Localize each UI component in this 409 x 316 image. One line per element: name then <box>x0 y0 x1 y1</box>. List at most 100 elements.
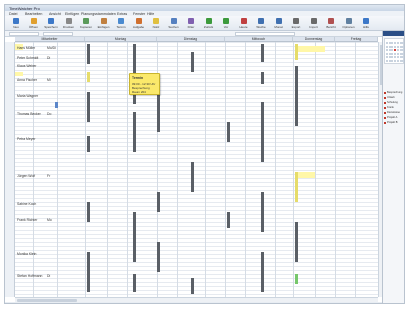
calendar-day[interactable] <box>391 60 394 62</box>
menu-item[interactable]: Fenster <box>133 12 145 16</box>
toolbar-button[interactable]: Heute <box>237 17 251 30</box>
calendar-day[interactable] <box>388 45 391 48</box>
toolbar-button[interactable]: Kopieren <box>79 17 93 30</box>
employee-name[interactable]: Stefan Hoffmann <box>17 274 45 278</box>
calendar-day[interactable] <box>394 52 397 55</box>
calendar-day[interactable] <box>394 56 397 59</box>
appointment-bar[interactable] <box>295 66 298 126</box>
appointment-bar[interactable] <box>87 72 90 82</box>
employee-name[interactable]: Hans Müller <box>17 46 45 50</box>
toolbar-button[interactable]: Termin <box>114 17 128 30</box>
toolbar-button[interactable]: Import <box>307 17 321 30</box>
appointment-bar[interactable] <box>157 242 160 272</box>
calendar-day[interactable] <box>399 45 402 48</box>
category-item[interactable]: Krank <box>384 106 404 109</box>
calendar-day[interactable] <box>402 56 404 59</box>
calendar-day[interactable] <box>399 60 402 62</box>
calendar-day[interactable] <box>388 56 391 59</box>
calendar-day[interactable] <box>386 49 388 52</box>
calendar-day[interactable] <box>399 56 402 59</box>
toolbar-button[interactable]: Neu <box>9 17 23 30</box>
calendar-day[interactable] <box>388 42 391 44</box>
employee-name[interactable]: Peter Schmidt <box>17 56 45 60</box>
menu-item[interactable]: Extras <box>117 12 127 16</box>
appointment-bar[interactable] <box>157 192 160 212</box>
menu-item[interactable]: Einfügen <box>65 12 79 16</box>
toolbar-button[interactable]: Export <box>289 17 303 30</box>
calendar-day[interactable] <box>394 60 397 62</box>
appointment-bar[interactable] <box>295 274 298 284</box>
date-range-field[interactable] <box>235 32 295 36</box>
appointment-bar[interactable] <box>191 162 194 192</box>
toolbar-button[interactable]: Suchen <box>167 17 181 30</box>
calendar-day[interactable] <box>396 45 399 48</box>
highlighted-cell[interactable] <box>15 72 23 76</box>
highlighted-cell[interactable] <box>295 46 325 52</box>
calendar-day[interactable] <box>386 56 388 59</box>
calendar-day[interactable] <box>402 49 404 52</box>
appointment-bar[interactable] <box>87 252 90 292</box>
appointment-bar[interactable] <box>133 212 136 262</box>
toolbar-button[interactable]: Hilfe <box>359 17 373 30</box>
menu-item[interactable]: Planungsstammdaten <box>81 12 116 16</box>
toolbar-button[interactable]: Speichern <box>44 17 58 30</box>
calendar-day[interactable] <box>399 52 402 55</box>
calendar-day[interactable] <box>399 42 402 44</box>
category-item[interactable]: Dienstreise <box>384 111 404 114</box>
toolbar-button[interactable]: Öffnen <box>27 17 41 30</box>
calendar-day[interactable] <box>396 60 399 62</box>
toolbar-button[interactable]: Woche <box>254 17 268 30</box>
group-selector[interactable] <box>43 32 73 36</box>
appointment-bar[interactable] <box>133 112 136 152</box>
appointment-bar[interactable] <box>295 172 298 202</box>
calendar-day[interactable] <box>402 52 404 55</box>
appointment-bar[interactable] <box>261 44 264 62</box>
calendar-day[interactable] <box>388 60 391 62</box>
calendar-day[interactable] <box>386 42 388 44</box>
menu-item[interactable]: Ansicht <box>49 12 61 16</box>
calendar-day[interactable] <box>394 42 397 44</box>
calendar-day[interactable] <box>391 45 394 48</box>
appointment-bar[interactable] <box>87 202 90 222</box>
schedule-grid[interactable]: Hans Müller Mo/Di Peter Schmidt Di Klaus Web… <box>15 42 378 297</box>
employee-name[interactable]: Anna Fischer <box>17 78 45 82</box>
appointment-bar[interactable] <box>227 122 230 142</box>
category-item[interactable]: Projekt A <box>384 116 404 119</box>
category-item[interactable]: Projekt B <box>384 121 404 124</box>
toolbar-button[interactable]: Optionen <box>342 17 356 30</box>
toolbar-button[interactable]: Filter <box>184 17 198 30</box>
calendar-day[interactable] <box>391 56 394 59</box>
calendar-day[interactable] <box>386 52 388 55</box>
calendar-day[interactable] <box>388 49 391 52</box>
employee-name[interactable]: Monika Klein <box>17 252 45 256</box>
calendar-day[interactable] <box>386 60 388 62</box>
toolbar-button[interactable]: Einfügen <box>97 17 111 30</box>
employee-name[interactable]: Jürgen Wolf <box>17 174 45 178</box>
calendar-day[interactable] <box>394 45 397 48</box>
appointment-bar[interactable] <box>87 136 90 152</box>
toolbar-button[interactable]: Bericht <box>324 17 338 30</box>
calendar-day[interactable] <box>402 45 404 48</box>
calendar-day[interactable] <box>402 60 404 62</box>
toolbar-button[interactable]: Zurück <box>202 17 216 30</box>
category-item[interactable]: Besprechung <box>384 91 404 94</box>
appointment-bar[interactable] <box>261 102 264 162</box>
menu-item[interactable]: Bearbeiten <box>25 12 42 16</box>
calendar-day[interactable] <box>394 49 397 52</box>
mini-calendar[interactable] <box>384 38 404 64</box>
calendar-day[interactable] <box>391 49 394 52</box>
calendar-day[interactable] <box>386 45 388 48</box>
appointment-bar[interactable] <box>227 212 230 228</box>
calendar-day[interactable] <box>396 42 399 44</box>
calendar-day[interactable] <box>402 42 404 44</box>
highlighted-cell[interactable] <box>295 172 315 178</box>
calendar-day[interactable] <box>396 56 399 59</box>
appointment-bar[interactable] <box>191 52 194 72</box>
calendar-day[interactable] <box>396 52 399 55</box>
appointment-bar[interactable] <box>191 278 194 294</box>
employee-name[interactable]: Thomas Becker <box>17 112 45 116</box>
appointment-bar[interactable] <box>133 274 136 292</box>
appointment-bar[interactable] <box>261 252 264 292</box>
calendar-day[interactable] <box>399 49 402 52</box>
appointment-bar[interactable] <box>87 44 90 64</box>
